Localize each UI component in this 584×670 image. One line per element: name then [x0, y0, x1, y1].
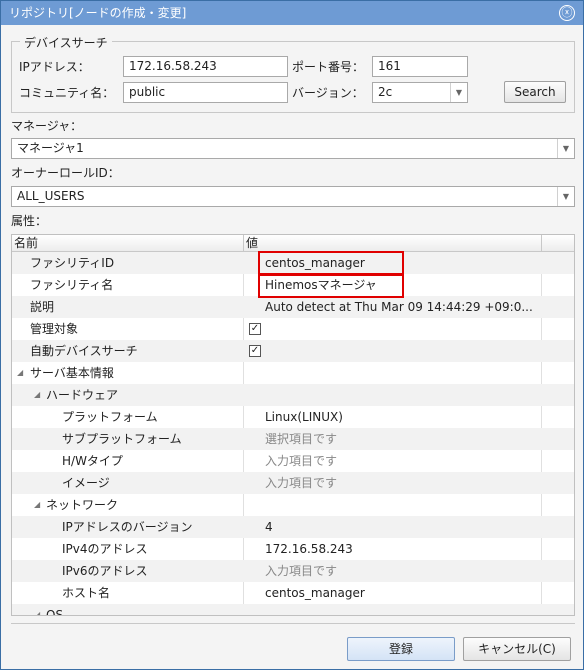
row-name: ファシリティ名	[30, 278, 114, 292]
highlight-facility-name	[258, 273, 404, 298]
table-row[interactable]: IPv6のアドレス 入力項目です	[12, 560, 574, 582]
ip-address-label: IPアドレス：	[19, 60, 90, 74]
row-name: OS	[46, 608, 64, 616]
column-header-extra	[542, 235, 574, 251]
table-row[interactable]: ◢ サーバ基本情報	[12, 362, 574, 384]
owner-role-select[interactable]: ALL_USERS ▼	[11, 186, 575, 207]
table-row[interactable]: ◢ ハードウェア	[12, 384, 574, 406]
column-header-value[interactable]: 値	[244, 235, 542, 251]
close-icon[interactable]: ⓧ	[559, 5, 575, 21]
row-name: プラットフォーム	[62, 410, 158, 424]
row-name: イメージ	[62, 476, 110, 490]
table-row[interactable]: ホスト名 centos_manager	[12, 582, 574, 604]
row-name: IPv4のアドレス	[62, 542, 148, 556]
row-name: ネットワーク	[46, 498, 119, 512]
table-row[interactable]: イメージ 入力項目です	[12, 472, 574, 494]
search-button[interactable]: Search	[504, 81, 566, 103]
expand-icon[interactable]: ◢	[34, 604, 40, 615]
attributes-label: 属性：	[11, 214, 48, 228]
community-label: コミュニティ名：	[19, 86, 115, 100]
table-row[interactable]: サブプラットフォーム 選択項目です	[12, 428, 574, 450]
table-row[interactable]: H/Wタイプ 入力項目です	[12, 450, 574, 472]
expand-icon[interactable]: ◢	[34, 384, 40, 406]
ip-address-input[interactable]: 172.16.58.243	[123, 56, 288, 77]
table-row[interactable]: 自動デバイスサーチ ✓	[12, 340, 574, 362]
footer-divider	[11, 623, 575, 624]
expand-icon[interactable]: ◢	[34, 494, 40, 516]
device-search-legend: デバイスサーチ	[20, 34, 112, 51]
table-row[interactable]: 管理対象 ✓	[12, 318, 574, 340]
community-input[interactable]: public	[123, 82, 288, 103]
table-row[interactable]: ◢ OS	[12, 604, 574, 616]
version-select[interactable]: 2c ▼	[372, 82, 468, 103]
table-row[interactable]: IPアドレスのバージョン 4	[12, 516, 574, 538]
row-name: ファシリティID	[30, 256, 115, 270]
row-name: サブプラットフォーム	[62, 432, 182, 446]
row-name: H/Wタイプ	[62, 454, 123, 468]
owner-role-value: ALL_USERS	[17, 189, 85, 203]
row-value[interactable]: 入力項目です	[265, 560, 541, 582]
manager-select[interactable]: マネージャ1 ▼	[11, 138, 575, 159]
register-button[interactable]: 登録	[347, 637, 455, 661]
row-value[interactable]: 172.16.58.243	[265, 538, 541, 560]
version-label: バージョン：	[292, 86, 364, 100]
port-label: ポート番号：	[292, 60, 365, 74]
chevron-down-icon[interactable]: ▼	[450, 83, 467, 102]
row-name: IPアドレスのバージョン	[62, 520, 193, 534]
table-row[interactable]: 説明 Auto detect at Thu Mar 09 14:44:29 +0…	[12, 296, 574, 318]
port-input[interactable]: 161	[372, 56, 468, 77]
node-edit-dialog: リポジトリ[ノードの作成・変更] ⓧ デバイスサーチ IPアドレス： 172.1…	[0, 0, 584, 670]
managed-checkbox[interactable]: ✓	[249, 323, 261, 335]
version-value: 2c	[378, 85, 393, 99]
row-value[interactable]: Linux(LINUX)	[265, 406, 541, 428]
chevron-down-icon[interactable]: ▼	[557, 187, 574, 206]
owner-role-label: オーナーロールID：	[11, 166, 120, 180]
row-name: サーバ基本情報	[30, 366, 114, 380]
row-name: IPv6のアドレス	[62, 564, 148, 578]
row-name: 説明	[30, 300, 55, 314]
table-header: 名前 値	[12, 235, 574, 252]
row-name: 管理対象	[30, 322, 79, 336]
table-row[interactable]: ◢ ネットワーク	[12, 494, 574, 516]
column-header-name[interactable]: 名前	[12, 235, 244, 251]
expand-icon[interactable]: ◢	[17, 362, 23, 384]
row-name: 自動デバイスサーチ	[30, 344, 138, 358]
row-value[interactable]: 選択項目です	[265, 428, 541, 450]
manager-value: マネージャ1	[17, 141, 84, 155]
auto-device-search-checkbox[interactable]: ✓	[249, 345, 261, 357]
cancel-button[interactable]: キャンセル(C)	[463, 637, 571, 661]
row-value[interactable]: 4	[265, 516, 541, 538]
table-row[interactable]: IPv4のアドレス 172.16.58.243	[12, 538, 574, 560]
row-name: ハードウェア	[46, 388, 119, 402]
table-row[interactable]: プラットフォーム Linux(LINUX)	[12, 406, 574, 428]
device-search-group: デバイスサーチ	[11, 34, 575, 113]
window-title: リポジトリ[ノードの作成・変更]	[9, 6, 187, 20]
row-value[interactable]: 入力項目です	[265, 472, 541, 494]
row-value[interactable]: Auto detect at Thu Mar 09 14:44:29 +09:0…	[265, 296, 541, 318]
chevron-down-icon[interactable]: ▼	[557, 139, 574, 158]
manager-label: マネージャ：	[11, 119, 83, 133]
title-bar: リポジトリ[ノードの作成・変更] ⓧ	[1, 1, 583, 25]
row-name: ホスト名	[62, 586, 111, 600]
row-value[interactable]: 入力項目です	[265, 450, 541, 472]
row-value[interactable]: centos_manager	[265, 582, 541, 604]
